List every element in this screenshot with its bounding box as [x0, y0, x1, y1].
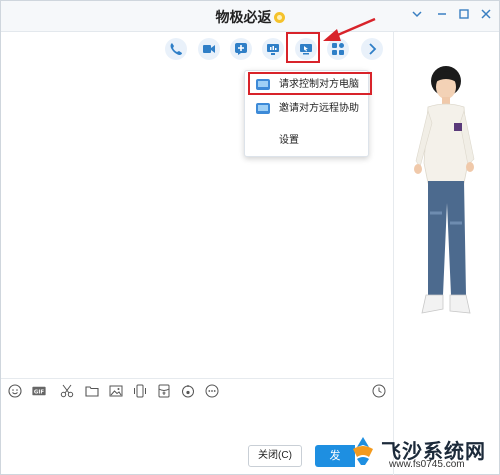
history-icon[interactable] — [372, 384, 386, 398]
svg-text:GIF: GIF — [34, 389, 44, 395]
vip-badge-icon — [273, 12, 285, 23]
menu-item-settings[interactable]: 设置 — [245, 130, 370, 152]
input-toolbar: GIF — [8, 384, 388, 400]
dropdown-icon[interactable] — [409, 8, 425, 24]
shake-icon[interactable] — [133, 384, 147, 398]
menu-item-invite-assist[interactable]: 邀请对方远程协助 — [245, 98, 370, 120]
menu-item-highlight — [248, 72, 372, 95]
chat-window: 物极必返 请求控制对方电脑 邀请对方远程协助 设置 GIF 关闭(C) 发 飞沙… — [0, 0, 500, 475]
avatar-figure — [414, 66, 475, 314]
annotation-arrow — [323, 17, 376, 41]
close-icon[interactable] — [478, 8, 494, 24]
window-title: 物极必返 — [215, 9, 272, 25]
more-icon[interactable] — [205, 384, 219, 398]
add-icon[interactable] — [230, 38, 252, 60]
scissors-icon[interactable] — [60, 384, 74, 398]
watermark-logo-icon — [353, 437, 373, 465]
watermark: 飞沙系统网 www.fs0745.com — [345, 433, 497, 475]
menu-item-label: 邀请对方远程协助 — [279, 103, 359, 114]
image-icon[interactable] — [109, 384, 123, 398]
title-bar: 物极必返 — [1, 1, 499, 32]
minimize-icon[interactable] — [434, 8, 450, 24]
phone-icon[interactable] — [165, 38, 187, 60]
remote-button-highlight — [286, 32, 320, 63]
folder-icon[interactable] — [85, 384, 99, 398]
remote-assist-icon — [256, 103, 270, 114]
close-button[interactable]: 关闭(C) — [248, 445, 302, 467]
menu-item-label: 设置 — [279, 135, 299, 146]
gif-icon[interactable]: GIF — [32, 384, 50, 398]
emoji-icon[interactable] — [8, 384, 22, 398]
music-icon[interactable] — [181, 384, 195, 398]
share-screen-icon[interactable] — [262, 38, 284, 60]
watermark-url: www.fs0745.com — [389, 459, 465, 470]
maximize-icon[interactable] — [456, 8, 472, 24]
input-divider — [1, 378, 393, 379]
red-packet-icon[interactable] — [157, 384, 171, 398]
panel-divider — [393, 32, 394, 475]
video-icon[interactable] — [198, 38, 220, 60]
